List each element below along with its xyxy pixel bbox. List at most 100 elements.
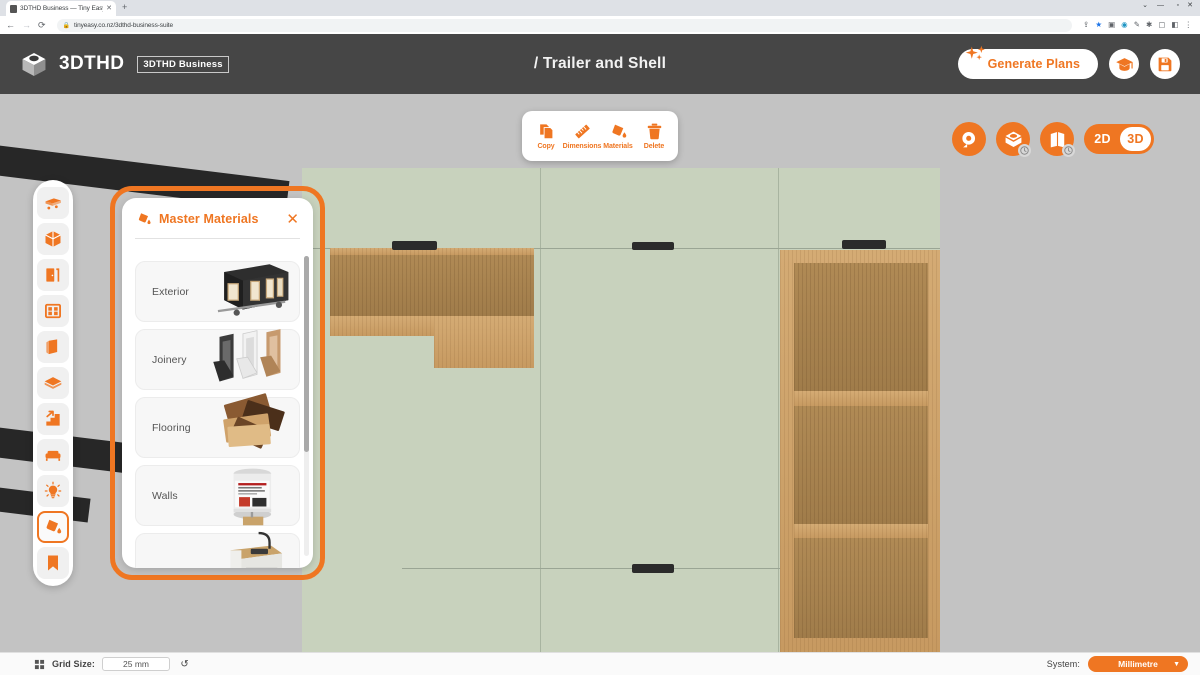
toolbar-copy-label: Copy <box>537 143 555 150</box>
view-controls: 2D 3D <box>952 122 1154 157</box>
sofa-icon <box>45 450 61 461</box>
grid-size-input[interactable] <box>102 657 171 671</box>
brand-badge: 3DTHD Business <box>137 55 229 73</box>
window-maximize-button[interactable]: ▫ <box>1177 2 1179 9</box>
new-tab-button[interactable]: + <box>122 3 127 12</box>
material-card-walls[interactable]: Walls <box>135 465 300 526</box>
sidebar-item-floors[interactable] <box>37 367 69 399</box>
share-icon[interactable]: ⇪ <box>1083 21 1089 29</box>
app-header: 3DTHD 3DTHD Business / Trailer and Shell… <box>0 34 1200 94</box>
sidebar-item-shell[interactable] <box>37 223 69 255</box>
wall-clip <box>632 564 674 573</box>
unit-system-select[interactable]: Millimetre ▼ <box>1088 656 1188 672</box>
measure-tape-button[interactable] <box>952 122 986 156</box>
box-open-view-button[interactable] <box>1040 122 1075 157</box>
cube-logo-icon <box>22 52 46 76</box>
sidebar-item-windows[interactable] <box>37 295 69 327</box>
sidebar-item-lighting[interactable] <box>37 475 69 507</box>
toolbar-dimensions-label: Dimensions <box>562 143 602 150</box>
window-minimize-button[interactable]: — <box>1157 2 1164 9</box>
floor-slab-icon <box>44 377 62 389</box>
brand-logo[interactable]: 3DTHD 3DTHD Business <box>20 51 229 78</box>
url-text: tinyeasy.co.nz/3dthd-business-suite <box>74 21 174 29</box>
lock-icon: 🔒 <box>62 22 71 29</box>
ruler-icon <box>574 124 590 139</box>
browser-chrome: 3DTHD Business — Tiny Easy - T ✕ + ⌄ — ▫… <box>0 0 1200 34</box>
dimension-toggle[interactable]: 2D 3D <box>1084 124 1154 154</box>
section-view-button[interactable] <box>996 122 1031 157</box>
wall-surface <box>541 168 778 652</box>
paint-bucket-icon <box>138 213 151 225</box>
tab-close-icon[interactable]: ✕ <box>106 5 112 12</box>
browser-menu-icon[interactable]: ⋮ <box>1185 21 1193 29</box>
browser-toolbar: ← → ⟳ 🔒 tinyeasy.co.nz/3dthd-business-su… <box>0 16 1200 34</box>
toolbar-dimensions-button[interactable]: Dimensions <box>562 122 602 150</box>
tiny-house-trailer-thumb <box>217 264 289 316</box>
scrollbar-thumb[interactable] <box>304 256 309 452</box>
sidebar-item-stairs[interactable] <box>37 403 69 435</box>
toolbar-delete-button[interactable]: Delete <box>636 122 672 150</box>
camera-icon[interactable]: ▣ <box>1108 21 1115 29</box>
sidebar-item-bookmarks[interactable] <box>37 547 69 579</box>
lightbulb-icon <box>44 481 62 499</box>
paint-bucket-icon <box>46 519 62 534</box>
unit-system-group: System: Millimetre ▼ <box>1047 656 1188 672</box>
browser-tab[interactable]: 3DTHD Business — Tiny Easy - T ✕ <box>6 1 116 16</box>
brand-name: 3DTHD <box>59 53 125 74</box>
address-bar[interactable]: 🔒 tinyeasy.co.nz/3dthd-business-suite <box>56 18 1073 32</box>
forward-button[interactable]: → <box>22 20 31 30</box>
system-label: System: <box>1046 659 1080 669</box>
close-icon[interactable]: ✕ <box>286 212 299 227</box>
cabinet-surface <box>434 316 534 368</box>
save-button[interactable] <box>1150 49 1180 79</box>
profile-icon[interactable]: ◧ <box>1171 21 1178 29</box>
sidebar-item-walls[interactable] <box>37 331 69 363</box>
toolbar-materials-label: Materials <box>603 143 633 150</box>
materials-list[interactable]: Exterior Joinery Flooring Walls <box>122 251 313 568</box>
shelf-back <box>794 263 928 391</box>
material-card-flooring[interactable]: Flooring <box>135 393 300 458</box>
material-card-exterior[interactable]: Exterior <box>135 261 300 322</box>
toolbar-delete-label: Delete <box>643 143 665 150</box>
toggle-option-3d[interactable]: 3D <box>1120 127 1151 151</box>
toolbar-copy-button[interactable]: Copy <box>528 122 564 150</box>
toggle-option-2d[interactable]: 2D <box>1087 127 1118 151</box>
copy-icon <box>539 124 553 140</box>
grid-size-group: Grid Size: ↺ <box>34 657 192 672</box>
sidebar-item-furniture[interactable] <box>37 439 69 471</box>
reset-icon[interactable]: ↺ <box>177 657 192 672</box>
reload-button[interactable]: ⟳ <box>38 20 46 30</box>
materials-panel-title: Master Materials <box>159 212 259 226</box>
sidebar-item-doors[interactable] <box>37 259 69 291</box>
back-button[interactable]: ← <box>6 20 15 30</box>
unit-system-value: Millimetre <box>1118 659 1158 669</box>
sidebar-item-materials[interactable] <box>37 511 69 543</box>
material-card-partial[interactable] <box>135 531 300 568</box>
grid-icon <box>34 659 45 669</box>
generate-plans-button[interactable]: Generate Plans <box>957 45 1098 79</box>
graduation-cap-icon <box>1115 57 1133 71</box>
puzzle-icon[interactable]: ✱ <box>1146 21 1152 29</box>
kitchen-sink-vanity-thumb <box>230 531 283 568</box>
browser-extensions: ⇪ ★ ▣ ◉ ✎ ✱ ▢ ◧ ⋮ <box>1083 21 1194 29</box>
material-card-joinery[interactable]: Joinery <box>135 329 300 390</box>
shell-cube-icon <box>45 231 61 247</box>
wall-seam <box>402 568 842 569</box>
panel-scrollbar[interactable] <box>304 256 309 556</box>
tiny-home-model <box>302 168 940 652</box>
wall-clip <box>632 242 674 250</box>
window-frames-thumb <box>213 329 281 382</box>
cabinet-surface <box>330 254 534 316</box>
bookmark-star-icon[interactable]: ★ <box>1095 21 1102 29</box>
toolbar-materials-button[interactable]: Materials <box>600 122 636 150</box>
window-chevron-icon[interactable]: ⌄ <box>1142 2 1148 9</box>
paint-can-thumb <box>233 468 272 526</box>
globe-icon[interactable]: ◉ <box>1121 21 1128 29</box>
pen-icon[interactable]: ✎ <box>1134 21 1140 29</box>
window-icon[interactable]: ▢ <box>1158 21 1165 29</box>
window-close-button[interactable]: ✕ <box>1187 2 1193 9</box>
sidebar-item-trailer[interactable] <box>37 187 69 219</box>
tutorial-button[interactable] <box>1109 49 1139 79</box>
wall-seam <box>778 168 779 652</box>
panel-divider <box>135 238 300 239</box>
